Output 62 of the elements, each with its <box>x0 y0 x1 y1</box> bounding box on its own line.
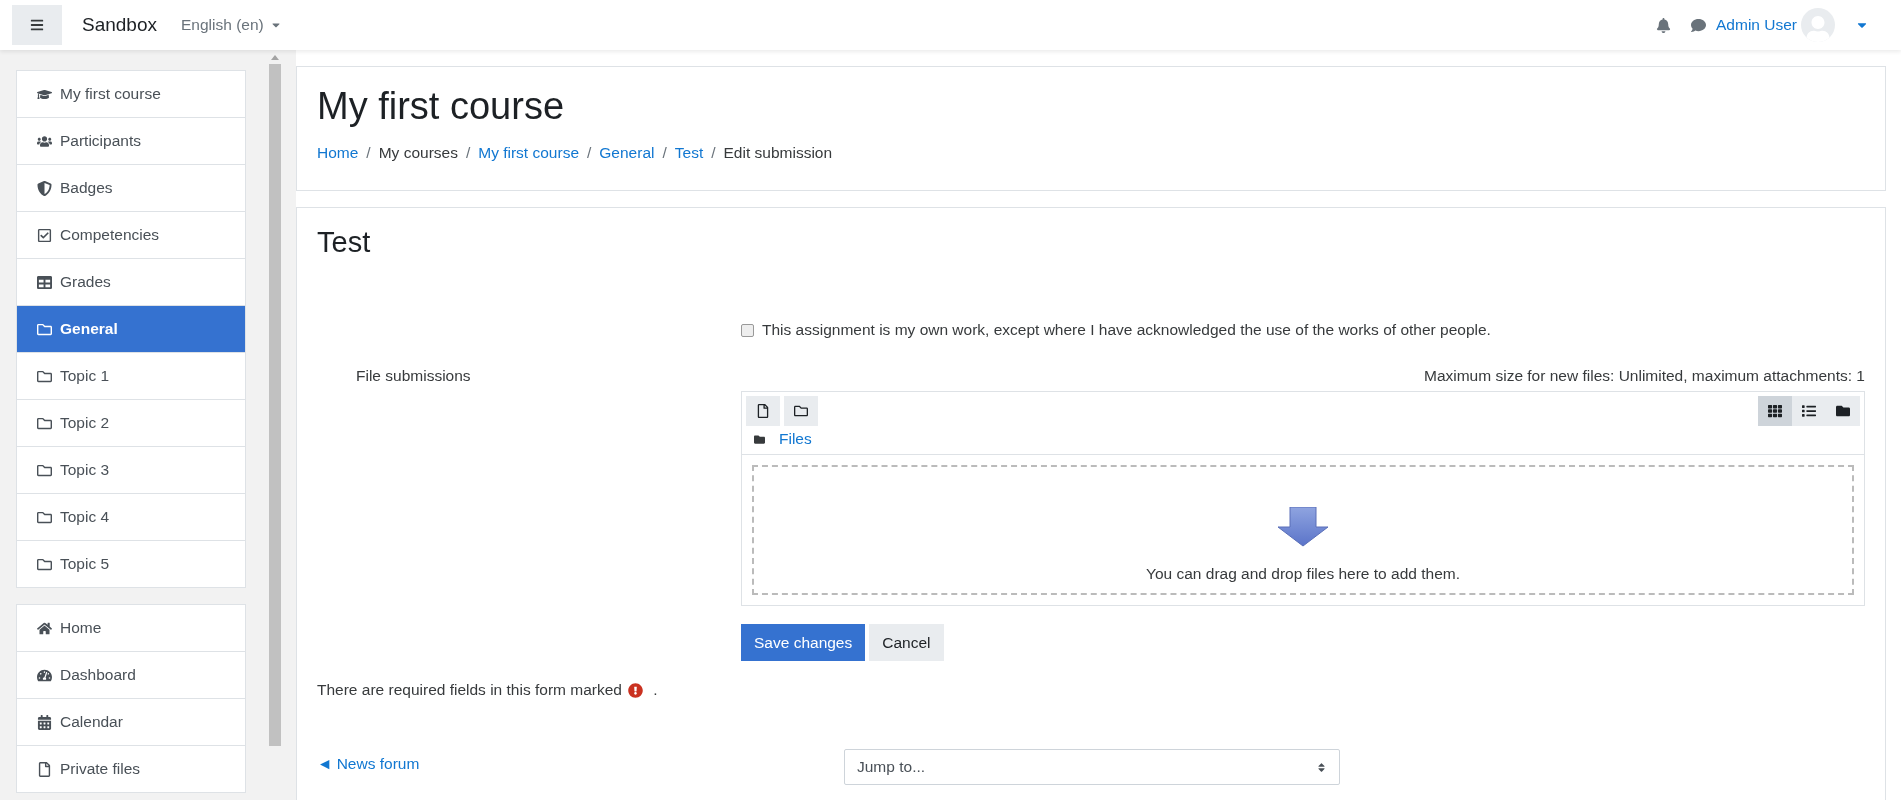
limits-text: Maximum size for new files: Unlimited, maximum attachments: 1 <box>1422 367 1865 385</box>
assignment-title: Test <box>317 226 372 259</box>
sidebar-item[interactable]: General <box>17 305 245 352</box>
folder-icon <box>37 321 52 337</box>
statement-checkbox[interactable]: This assignment is my own work, except where I have acknowledged the use of the works of other people. <box>741 321 1865 339</box>
view-button[interactable] <box>1826 396 1860 426</box>
folder-icon <box>794 404 808 418</box>
create-folder-button[interactable] <box>784 396 818 426</box>
view-button[interactable] <box>1758 396 1792 426</box>
chat-icon[interactable] <box>1691 17 1707 33</box>
language-menu[interactable]: English (en) <box>181 16 282 34</box>
breadcrumb-link[interactable]: General <box>599 144 655 162</box>
required-note-end: . <box>652 681 658 699</box>
breadcrumb-separator: / <box>662 144 667 162</box>
breadcrumb-separator: / <box>366 144 371 162</box>
required-note: There are required fields in this form marked <box>317 681 622 699</box>
gauge-icon <box>37 667 52 683</box>
folder-icon <box>37 509 52 525</box>
table-icon <box>37 274 52 290</box>
sort-icon <box>1316 761 1327 773</box>
breadcrumb-separator: / <box>711 144 716 162</box>
breadcrumb-separator: / <box>465 144 471 162</box>
list-icon <box>1802 404 1816 418</box>
folder-icon <box>754 433 765 445</box>
user-name[interactable]: Admin User <box>1716 16 1797 34</box>
add-file-button[interactable] <box>746 396 780 426</box>
checkbox-icon <box>37 227 52 243</box>
view-button[interactable] <box>1792 396 1826 426</box>
required-icon <box>627 682 643 698</box>
path-link[interactable]: Files <box>779 430 812 448</box>
folder-icon <box>37 368 52 384</box>
breadcrumb-text: My courses <box>378 144 458 162</box>
drop-zone[interactable]: You can drag and drop files here to add them. <box>752 465 1854 595</box>
folder-icon <box>37 462 52 478</box>
site-name[interactable]: Sandbox <box>82 14 157 36</box>
save-button[interactable]: Save changes <box>741 624 866 661</box>
scrollbar-thumb[interactable] <box>269 64 281 746</box>
folder-icon <box>37 415 52 431</box>
down-arrow-icon <box>1277 507 1329 547</box>
breadcrumb-link[interactable]: Home <box>317 144 359 162</box>
home-icon <box>37 620 52 636</box>
folder-icon <box>1836 404 1850 418</box>
bell-icon[interactable] <box>1656 17 1672 33</box>
field-label: File submissions <box>355 367 472 385</box>
file-icon <box>37 761 52 777</box>
previous-link[interactable]: ◄ News forum <box>317 755 420 772</box>
breadcrumb-link[interactable]: My first course <box>478 144 579 162</box>
shield-icon <box>37 180 52 196</box>
calendar-icon <box>37 714 52 730</box>
course-title: My first course <box>317 85 566 128</box>
drop-hint: You can drag and drop files here to add them. <box>1146 565 1460 583</box>
grid-icon <box>1768 404 1782 418</box>
people-icon <box>37 133 52 149</box>
folder-icon <box>37 556 52 572</box>
breadcrumb-separator: / <box>587 144 592 162</box>
breadcrumb-link[interactable]: Test <box>674 144 704 162</box>
menu-icon <box>30 18 44 32</box>
file-icon <box>756 404 770 418</box>
jump-select[interactable]: Jump to... <box>844 749 1340 785</box>
menu-button[interactable] <box>12 5 62 45</box>
breadcrumb-text: Edit submission <box>723 144 833 162</box>
cancel-button[interactable]: Cancel <box>869 624 944 661</box>
